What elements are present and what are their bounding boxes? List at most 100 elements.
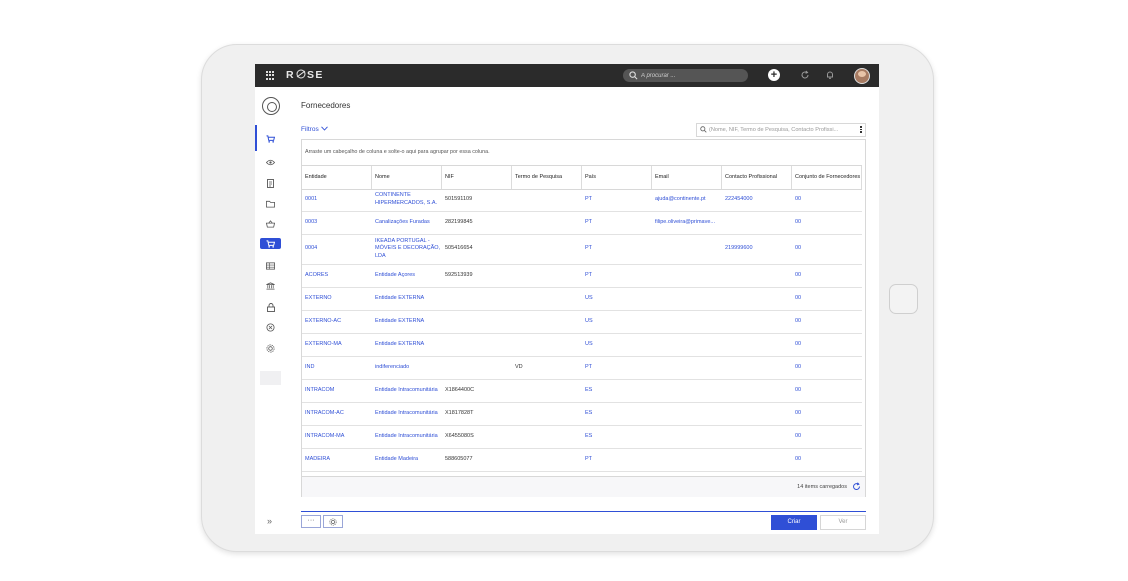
cell-entity[interactable]: EXTERNO-AC bbox=[302, 310, 372, 333]
create-button[interactable]: Criar bbox=[771, 515, 817, 530]
cell-entity[interactable]: EXTERNO-MA bbox=[302, 333, 372, 356]
company-logo-icon[interactable] bbox=[262, 97, 280, 115]
cell-supplier-set[interactable]: 00 bbox=[792, 356, 862, 379]
sidebar-item-view[interactable] bbox=[255, 155, 286, 169]
cell-country[interactable]: US bbox=[582, 333, 652, 356]
column-header-supplier-set[interactable]: Conjunto de Fornecedores bbox=[792, 166, 862, 189]
cell-supplier-set[interactable]: 00 bbox=[792, 234, 862, 264]
cell-country[interactable]: PT bbox=[582, 264, 652, 287]
sidebar-item-security[interactable] bbox=[255, 300, 286, 314]
sidebar-item-tables[interactable] bbox=[255, 259, 286, 273]
global-search[interactable] bbox=[623, 69, 748, 82]
cell-email[interactable]: ajuda@continente.pt bbox=[652, 188, 722, 211]
cell-name[interactable]: Entidade Açores bbox=[372, 264, 442, 287]
settings-button[interactable] bbox=[323, 515, 343, 528]
cell-supplier-set[interactable]: 00 bbox=[792, 379, 862, 402]
cell-supplier-set[interactable]: 00 bbox=[792, 333, 862, 356]
cell-entity[interactable]: 0003 bbox=[302, 211, 372, 234]
cell-supplier-set[interactable]: 00 bbox=[792, 211, 862, 234]
table-row[interactable]: INTRACOM Entidade Intracomunitária X186440… bbox=[302, 379, 862, 403]
cell-country[interactable]: US bbox=[582, 287, 652, 310]
sidebar-item-settings[interactable] bbox=[255, 341, 286, 355]
bell-icon[interactable] bbox=[825, 70, 835, 80]
cell-country[interactable]: ES bbox=[582, 402, 652, 425]
cell-name[interactable]: Entidade Madeira bbox=[372, 448, 442, 471]
cell-name[interactable]: Entidade EXTERNA bbox=[372, 310, 442, 333]
sidebar-item-bank[interactable] bbox=[255, 279, 286, 293]
column-header-country[interactable]: País bbox=[582, 166, 652, 189]
user-avatar[interactable] bbox=[854, 68, 870, 84]
cell-name[interactable]: Entidade Intracomunitária bbox=[372, 379, 442, 402]
sidebar-item-documents[interactable] bbox=[255, 176, 286, 190]
cell-entity[interactable]: 0004 bbox=[302, 234, 372, 264]
column-header-name[interactable]: Nome bbox=[372, 166, 442, 189]
sidebar-item-suppliers[interactable] bbox=[255, 237, 286, 251]
global-search-input[interactable] bbox=[641, 69, 741, 82]
column-header-nif[interactable]: NIF bbox=[442, 166, 512, 189]
cell-supplier-set[interactable]: 00 bbox=[792, 310, 862, 333]
cell-supplier-set[interactable]: 00 bbox=[792, 287, 862, 310]
apps-grid-icon[interactable] bbox=[266, 71, 275, 80]
cell-country[interactable]: PT bbox=[582, 188, 652, 211]
cell-name[interactable]: indiferenciado bbox=[372, 356, 442, 379]
cell-country[interactable]: PT bbox=[582, 356, 652, 379]
cell-supplier-set[interactable]: 00 bbox=[792, 188, 862, 211]
cell-entity[interactable]: 0001 bbox=[302, 188, 372, 211]
column-header-contact[interactable]: Contacto Profissional bbox=[722, 166, 792, 189]
cell-name[interactable]: Canalizações Furadas bbox=[372, 211, 442, 234]
table-row[interactable]: INTRACOM-AC Entidade Intracomunitária X181… bbox=[302, 402, 862, 426]
cell-name[interactable]: Entidade EXTERNA bbox=[372, 333, 442, 356]
table-row[interactable]: IND indiferenciado VD PT 00 bbox=[302, 356, 862, 380]
app-logo[interactable]: R SE bbox=[286, 69, 324, 81]
filter-search-input[interactable] bbox=[709, 124, 854, 136]
cell-entity[interactable]: INTRACOM-AC bbox=[302, 402, 372, 425]
cell-entity[interactable]: MADEIRA bbox=[302, 448, 372, 471]
sidebar-item-folders[interactable] bbox=[255, 197, 286, 211]
new-button[interactable]: + bbox=[768, 69, 780, 81]
cell-email[interactable]: filipe.oliveira@primave... bbox=[652, 211, 722, 234]
cell-supplier-set[interactable]: 00 bbox=[792, 425, 862, 448]
table-row[interactable]: MADEIRA Entidade Madeira 588605077 PT 00 bbox=[302, 448, 862, 472]
cell-entity[interactable]: ACORES bbox=[302, 264, 372, 287]
table-row[interactable]: 0001 CONTINENTE HIPERMERCADOS, S.A. 501591… bbox=[302, 188, 862, 212]
filter-search[interactable] bbox=[696, 123, 866, 137]
cell-name[interactable]: IKEADA PORTUGAL - MÓVEIS E DECORAÇÃO, LD… bbox=[372, 234, 442, 264]
column-header-email[interactable]: Email bbox=[652, 166, 722, 189]
more-options-icon[interactable] bbox=[860, 126, 862, 134]
cell-contact[interactable]: 222454000 bbox=[722, 188, 792, 211]
sidebar-item-cancel[interactable] bbox=[255, 320, 286, 334]
table-row[interactable]: ACORES Entidade Açores 592513939 PT 00 bbox=[302, 264, 862, 288]
refresh-icon[interactable] bbox=[852, 482, 861, 491]
column-header-entity[interactable]: Entidade bbox=[302, 166, 372, 189]
sidebar-item-purchases[interactable] bbox=[255, 132, 286, 146]
cell-name[interactable]: Entidade Intracomunitária bbox=[372, 425, 442, 448]
cell-country[interactable]: PT bbox=[582, 234, 652, 264]
cell-country[interactable]: ES bbox=[582, 425, 652, 448]
more-actions-button[interactable]: ··· bbox=[301, 515, 321, 528]
filters-toggle[interactable]: Filtros bbox=[301, 126, 328, 133]
cell-entity[interactable]: EXTERNO bbox=[302, 287, 372, 310]
cell-supplier-set[interactable]: 00 bbox=[792, 264, 862, 287]
table-row[interactable]: 0003 Canalizações Furadas 282199845 PT filip… bbox=[302, 211, 862, 235]
cell-contact[interactable]: 219999600 bbox=[722, 234, 792, 264]
view-button[interactable]: Ver bbox=[820, 515, 866, 530]
cell-entity[interactable]: INTRACOM-MA bbox=[302, 425, 372, 448]
cell-country[interactable]: PT bbox=[582, 448, 652, 471]
cell-country[interactable]: ES bbox=[582, 379, 652, 402]
cell-supplier-set[interactable]: 00 bbox=[792, 448, 862, 471]
table-row[interactable]: EXTERNO-AC Entidade EXTERNA US 00 bbox=[302, 310, 862, 334]
sidebar-item-store[interactable] bbox=[255, 217, 286, 231]
cell-name[interactable]: Entidade EXTERNA bbox=[372, 287, 442, 310]
cell-supplier-set[interactable]: 00 bbox=[792, 402, 862, 425]
table-row[interactable]: 0004 IKEADA PORTUGAL - MÓVEIS E DECORAÇÃO… bbox=[302, 234, 862, 265]
cell-name[interactable]: Entidade Intracomunitária bbox=[372, 402, 442, 425]
cell-entity[interactable]: IND bbox=[302, 356, 372, 379]
column-header-search-term[interactable]: Termo de Pesquisa bbox=[512, 166, 582, 189]
expand-sidebar-icon[interactable]: » bbox=[267, 516, 272, 526]
cell-name[interactable]: CONTINENTE HIPERMERCADOS, S.A. bbox=[372, 188, 442, 211]
refresh-icon[interactable] bbox=[800, 70, 810, 80]
table-row[interactable]: INTRACOM-MA Entidade Intracomunitária X645… bbox=[302, 425, 862, 449]
cell-country[interactable]: PT bbox=[582, 211, 652, 234]
table-row[interactable]: EXTERNO-MA Entidade EXTERNA US 00 bbox=[302, 333, 862, 357]
cell-country[interactable]: US bbox=[582, 310, 652, 333]
